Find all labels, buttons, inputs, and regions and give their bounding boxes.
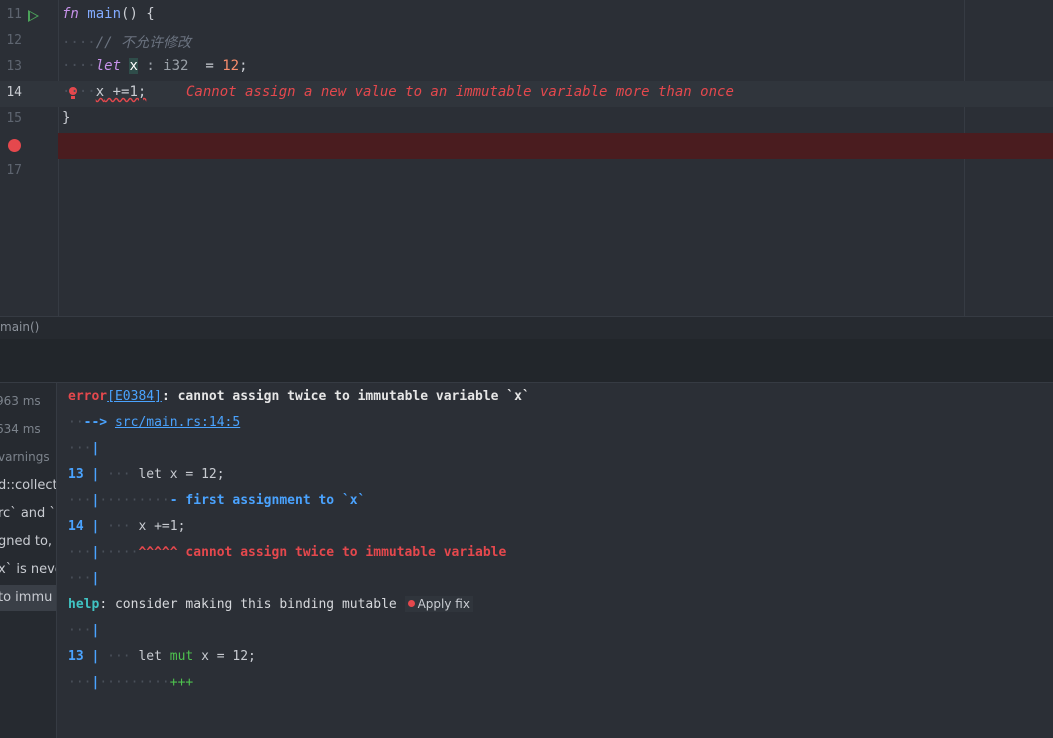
list-item[interactable]: x` is neve (0, 557, 56, 583)
breadcrumb-item[interactable]: main() (0, 320, 39, 334)
code-editor[interactable]: 11 fn main() { 12 ····// 不允许修改 13 ····le… (0, 0, 1053, 316)
breadcrumb[interactable]: main() (0, 316, 1053, 339)
build-results-list[interactable]: 963 ms 634 ms varnings d::collecti rc` a… (0, 383, 57, 738)
output-line: 13 | ··· let mut x = 12; (68, 649, 256, 664)
code-line-16[interactable] (0, 133, 1053, 159)
output-line: ···| (68, 441, 100, 456)
list-item[interactable]: gned to, b (0, 529, 56, 555)
line-number: 12 (6, 33, 22, 48)
type-hint: : i32 (146, 58, 189, 74)
output-line: ···| (68, 623, 100, 638)
code-line-17[interactable]: 17 (0, 159, 1053, 185)
apply-fix-button[interactable]: Apply fix (404, 596, 473, 612)
inline-error-message: Cannot assign a new value to an immutabl… (186, 84, 734, 100)
code-line-14[interactable]: 14 ····x +=1; Cannot assign a new value … (0, 81, 1053, 107)
code-line-15[interactable]: 15 } (0, 107, 1053, 133)
compiler-output[interactable]: error[E0384]: cannot assign twice to imm… (57, 383, 1053, 738)
bulb-icon (407, 600, 415, 607)
code-text: } (62, 110, 71, 126)
list-item[interactable]: 634 ms (0, 417, 56, 443)
line-number: 11 (6, 7, 22, 22)
tool-window-header (0, 339, 1053, 383)
breakpoint-icon[interactable] (8, 139, 21, 152)
output-line: help: consider making this binding mutab… (68, 596, 473, 623)
output-line: error[E0384]: cannot assign twice to imm… (68, 389, 530, 404)
line-number: 15 (6, 111, 22, 126)
code-text: fn main() { (62, 6, 155, 22)
code-text: ····let x : i32 = 12; (62, 58, 248, 74)
code-line-12[interactable]: 12 ····// 不允许修改 (0, 29, 1053, 55)
output-line: ···| (68, 571, 100, 586)
list-item[interactable]: varnings (0, 445, 56, 471)
highlighted-variable: x (129, 58, 138, 74)
output-line: ···|·········- first assignment to `x` (68, 493, 366, 508)
code-line-13[interactable]: 13 ····let x : i32 = 12; (0, 55, 1053, 81)
list-item-selected[interactable]: to immu (0, 585, 56, 611)
line-number: 17 (6, 163, 22, 178)
code-text: ····// 不允许修改 (62, 35, 192, 51)
list-item[interactable]: 963 ms (0, 389, 56, 415)
line-number: 13 (6, 59, 22, 74)
line-number: 14 (6, 85, 22, 100)
code-comment: // 不允许修改 (95, 35, 192, 51)
list-item[interactable]: rc` and ` (0, 501, 56, 527)
code-text: ····x +=1; (62, 84, 147, 100)
output-line: 14 | ··· x +=1; (68, 519, 186, 534)
list-item[interactable]: d::collecti (0, 473, 56, 499)
error-code-link[interactable]: [E0384] (107, 389, 162, 404)
output-line: ··--> src/main.rs:14:5 (68, 415, 241, 430)
output-line: ···|·····^^^^^ cannot assign twice to im… (68, 545, 507, 560)
output-line: 13 | ··· let x = 12; (68, 467, 225, 482)
run-icon[interactable] (28, 10, 39, 22)
output-line: ···|·········+++ (68, 675, 194, 690)
source-location-link[interactable]: src/main.rs:14:5 (115, 415, 240, 430)
code-line-11[interactable]: 11 fn main() { (0, 3, 1053, 29)
